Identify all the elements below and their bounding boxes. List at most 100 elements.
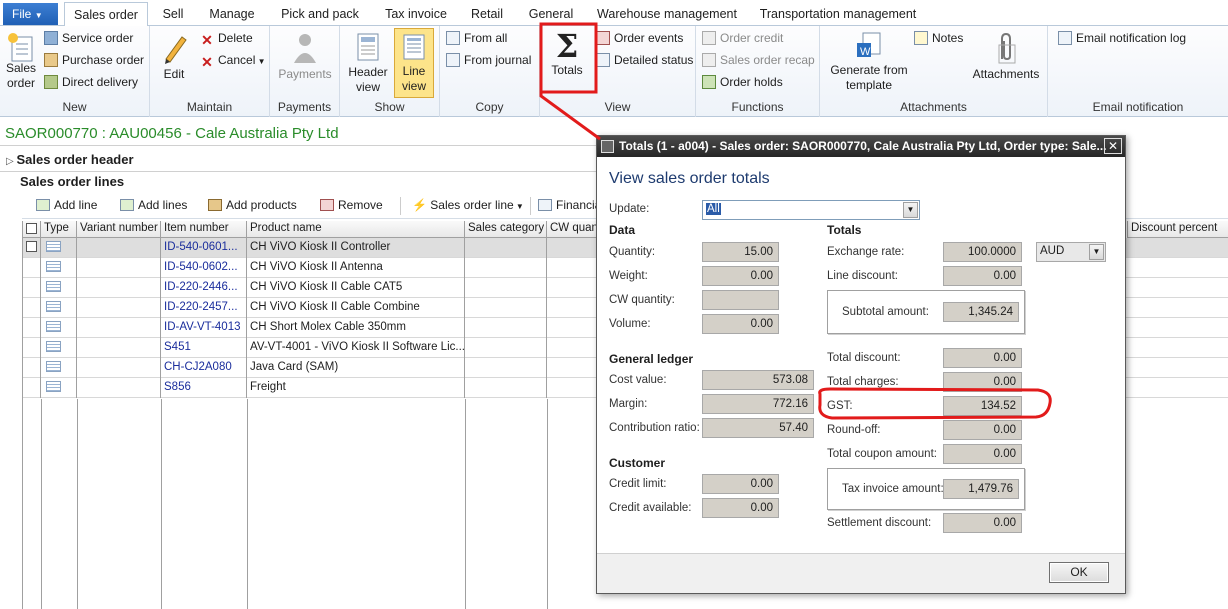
tab-warehouse-management[interactable]: Warehouse management	[592, 4, 742, 26]
notes-button[interactable]: Notes	[914, 28, 963, 48]
product-name-cell[interactable]: CH ViVO Kiosk II Cable Combine	[247, 298, 465, 318]
row-select-cell[interactable]	[23, 238, 41, 258]
product-name-cell[interactable]: CH ViVO Kiosk II Cable CAT5	[247, 278, 465, 298]
checkbox-icon[interactable]	[26, 241, 37, 252]
sales-category-cell[interactable]	[465, 338, 547, 358]
quantity-value: 15.00	[702, 242, 779, 262]
sales-category-cell[interactable]	[465, 298, 547, 318]
column-header-type[interactable]: Type	[41, 221, 77, 238]
variant-number-cell[interactable]	[77, 378, 161, 398]
attachments-button[interactable]: Attachments	[970, 31, 1042, 82]
totals-button[interactable]: Σ Totals	[545, 29, 589, 78]
group-maintain-label: Maintain	[186, 100, 233, 114]
ok-button[interactable]: OK	[1049, 562, 1109, 583]
variant-number-cell[interactable]	[77, 278, 161, 298]
tab-tax-invoice[interactable]: Tax invoice	[378, 4, 454, 26]
item-number-cell[interactable]: CH-CJ2A080	[161, 358, 247, 378]
sales-order-line-menu[interactable]: ⚡ Sales order line ▼	[412, 198, 524, 212]
order-holds-button[interactable]: Order holds	[702, 72, 783, 92]
item-number-cell[interactable]: ID-540-0602...	[161, 258, 247, 278]
item-number-cell[interactable]: ID-AV-VT-4013	[161, 318, 247, 338]
column-header-item-number[interactable]: Item number	[161, 221, 247, 238]
tab-sell[interactable]: Sell	[156, 4, 190, 26]
tab-general[interactable]: General	[525, 4, 577, 26]
select-all-checkbox[interactable]	[23, 221, 41, 238]
dialog-title-bar[interactable]: Totals (1 - a004) - Sales order: SAOR000…	[597, 136, 1125, 157]
detailed-status-button[interactable]: Detailed status	[596, 50, 693, 70]
row-select-cell[interactable]	[23, 318, 41, 338]
file-menu-button[interactable]: File ▼	[3, 3, 58, 25]
weight-label: Weight:	[609, 270, 648, 282]
column-divider	[161, 399, 162, 609]
variant-number-cell[interactable]	[77, 298, 161, 318]
product-name-cell[interactable]: CH ViVO Kiosk II Controller	[247, 238, 465, 258]
delete-button[interactable]: ✕ Delete	[200, 28, 253, 48]
add-products-button[interactable]: Add products	[208, 198, 297, 212]
sales-order-header-section[interactable]: ▷ Sales order header	[6, 152, 134, 167]
add-lines-button[interactable]: Add lines	[120, 198, 187, 212]
header-view-button[interactable]: Header view	[346, 31, 390, 95]
variant-number-cell[interactable]	[77, 258, 161, 278]
email-notification-log-button[interactable]: Email notification log	[1058, 28, 1186, 48]
item-number-cell[interactable]: S451	[161, 338, 247, 358]
currency-select[interactable]: AUD ▼	[1036, 242, 1106, 262]
sales-order-button[interactable]: Sales order	[3, 31, 39, 91]
tab-pick-and-pack[interactable]: Pick and pack	[276, 4, 364, 26]
generate-from-template-button[interactable]: W Generate from template	[824, 31, 914, 93]
edit-button[interactable]: Edit	[156, 31, 192, 82]
payments-button[interactable]: Payments	[275, 31, 335, 82]
from-all-label: From all	[464, 31, 508, 45]
order-credit-button[interactable]: Order credit	[702, 28, 783, 48]
column-header-product-name[interactable]: Product name	[247, 221, 465, 238]
row-select-cell[interactable]	[23, 278, 41, 298]
update-select[interactable]: All ▼	[702, 200, 920, 220]
sales-category-cell[interactable]	[465, 278, 547, 298]
column-header-sales-category[interactable]: Sales category	[465, 221, 547, 238]
sales-category-cell[interactable]	[465, 258, 547, 278]
sales-category-cell[interactable]	[465, 238, 547, 258]
service-order-button[interactable]: Service order	[44, 28, 133, 48]
copy-from-all-button[interactable]: From all	[446, 28, 507, 48]
cancel-button[interactable]: ✕ Cancel ▼	[200, 50, 265, 70]
copy-from-journal-button[interactable]: From journal	[446, 50, 531, 70]
product-name-cell[interactable]: CH Short Molex Cable 350mm	[247, 318, 465, 338]
line-view-button[interactable]: Line view	[394, 28, 434, 98]
item-number-cell[interactable]: ID-220-2446...	[161, 278, 247, 298]
sales-order-recap-label: Sales order recap	[720, 53, 815, 67]
close-button[interactable]: ✕	[1104, 138, 1122, 154]
row-select-cell[interactable]	[23, 358, 41, 378]
item-number-cell[interactable]: S856	[161, 378, 247, 398]
product-name-cell[interactable]: Java Card (SAM)	[247, 358, 465, 378]
tab-manage[interactable]: Manage	[203, 4, 261, 26]
sales-category-cell[interactable]	[465, 378, 547, 398]
add-line-button[interactable]: Add line	[36, 198, 97, 212]
line-type-icon	[46, 261, 61, 272]
sales-category-cell[interactable]	[465, 358, 547, 378]
row-select-cell[interactable]	[23, 338, 41, 358]
cost-value: 573.08	[702, 370, 814, 390]
variant-number-cell[interactable]	[77, 358, 161, 378]
tab-sales-order[interactable]: Sales order	[64, 2, 148, 27]
product-name-cell[interactable]: Freight	[247, 378, 465, 398]
purchase-order-button[interactable]: Purchase order	[44, 50, 144, 70]
column-header-discount-percent[interactable]: Discount percent	[1127, 221, 1228, 238]
direct-delivery-button[interactable]: Direct delivery	[44, 72, 138, 92]
variant-number-cell[interactable]	[77, 238, 161, 258]
tab-transportation-management[interactable]: Transportation management	[756, 4, 920, 26]
row-select-cell[interactable]	[23, 378, 41, 398]
sales-order-recap-button[interactable]: Sales order recap	[702, 50, 815, 70]
row-select-cell[interactable]	[23, 298, 41, 318]
column-header-variant-number[interactable]: Variant number	[77, 221, 161, 238]
order-events-button[interactable]: Order events	[596, 28, 683, 48]
variant-number-cell[interactable]	[77, 318, 161, 338]
remove-button[interactable]: Remove	[320, 198, 383, 212]
product-name-cell[interactable]: AV-VT-4001 - ViVO Kiosk II Software Lic.…	[247, 338, 465, 358]
sales-category-cell[interactable]	[465, 318, 547, 338]
notes-label: Notes	[932, 31, 964, 45]
variant-number-cell[interactable]	[77, 338, 161, 358]
product-name-cell[interactable]: CH ViVO Kiosk II Antenna	[247, 258, 465, 278]
tab-retail[interactable]: Retail	[466, 4, 508, 26]
item-number-cell[interactable]: ID-540-0601...	[161, 238, 247, 258]
row-select-cell[interactable]	[23, 258, 41, 278]
item-number-cell[interactable]: ID-220-2457...	[161, 298, 247, 318]
